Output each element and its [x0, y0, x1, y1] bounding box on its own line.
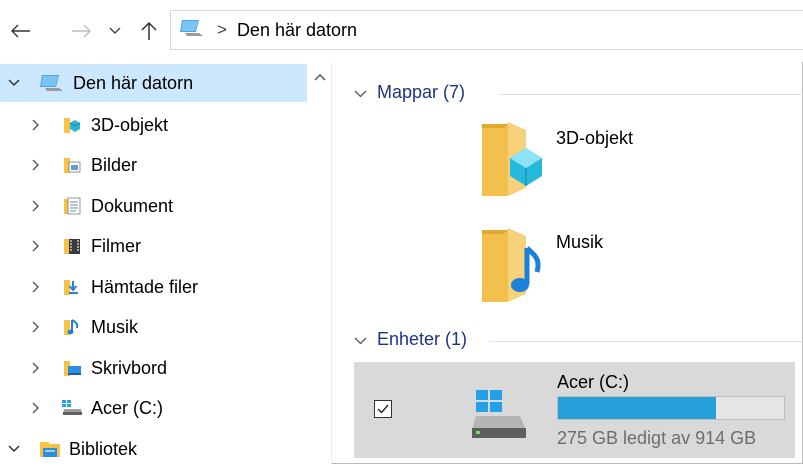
selection-checkbox[interactable] [374, 400, 392, 418]
drive-usage-fill [558, 397, 717, 419]
group-divider-line [489, 341, 803, 342]
nav-item-documents[interactable]: Dokument [22, 187, 329, 225]
nav-item-this-pc[interactable]: Den här datorn [0, 64, 307, 102]
breadcrumb-separator: > [217, 20, 227, 39]
drive-item-c[interactable]: Acer (C:) 275 GB ledigt av 914 GB [354, 362, 795, 458]
nav-item-label: Bibliotek [69, 438, 138, 459]
recent-locations-button[interactable] [104, 14, 126, 48]
up-button[interactable] [136, 14, 162, 48]
nav-item-label: Dokument [91, 195, 174, 216]
drive-usage-bar [557, 396, 785, 420]
chevron-right-icon[interactable] [22, 402, 50, 414]
nav-item-downloads[interactable]: Hämtade filer [22, 268, 329, 306]
folder-item-label: Musik [556, 232, 604, 252]
address-bar[interactable]: > Den här datorn [170, 10, 803, 50]
breadcrumb-this-pc[interactable]: Den här datorn [237, 20, 357, 41]
nav-item-label: Skrivbord [91, 357, 168, 378]
chevron-right-icon[interactable] [22, 240, 50, 252]
drive-name: Acer (C:) [557, 372, 629, 392]
chevron-right-icon[interactable] [22, 119, 50, 131]
nav-item-label: Musik [91, 316, 139, 337]
nav-item-label: Bilder [91, 154, 138, 175]
drive-icon [470, 388, 528, 447]
desktop-folder-icon [60, 357, 84, 379]
folders-group-header[interactable]: Mappar (7) [354, 82, 803, 103]
folder-item-music[interactable]: Musik [480, 222, 603, 307]
chevron-down-icon[interactable] [0, 79, 28, 87]
3d-objects-folder-icon [60, 114, 84, 136]
music-folder-icon [480, 222, 546, 307]
nav-item-label: Den här datorn [73, 72, 194, 93]
chevron-down-icon [109, 27, 121, 34]
pc-icon [38, 72, 66, 94]
chevron-down-icon[interactable] [354, 82, 367, 103]
folders-group-title: Mappar (7) [377, 82, 466, 102]
chevron-right-icon[interactable] [22, 200, 50, 212]
nav-item-label: Filmer [91, 235, 141, 256]
group-divider-line [499, 94, 803, 95]
nav-item-label: Hämtade filer [91, 276, 199, 297]
back-arrow-icon [11, 24, 30, 38]
chevron-right-icon[interactable] [22, 281, 50, 293]
drive-free-space: 275 GB ledigt av 914 GB [557, 428, 757, 448]
content-pane: Mappar (7) 3D-objekt Musik Enheter (1) A… [332, 62, 803, 464]
chevron-right-icon[interactable] [22, 362, 50, 374]
folder-item-3d-objects[interactable]: 3D-objekt [480, 118, 633, 201]
downloads-folder-icon [60, 276, 84, 298]
nav-item-videos[interactable]: Filmer [22, 227, 329, 265]
nav-item-label: Acer (C:) [91, 397, 163, 418]
nav-item-desktop[interactable]: Skrivbord [22, 349, 329, 387]
navigation-pane: Den här datorn 3D-objekt Bilder Dokument… [0, 62, 330, 464]
nav-item-music[interactable]: Musik [22, 308, 329, 346]
music-folder-icon [60, 316, 84, 338]
chevron-down-icon[interactable] [354, 329, 367, 350]
up-arrow-icon [141, 21, 157, 40]
drives-group-header[interactable]: Enheter (1) [354, 329, 803, 350]
nav-item-3d-objects[interactable]: 3D-objekt [22, 106, 329, 144]
drives-group-title: Enheter (1) [377, 329, 468, 349]
nav-item-drive-c[interactable]: Acer (C:) [22, 389, 329, 427]
documents-folder-icon [60, 195, 84, 217]
drive-icon [60, 397, 84, 419]
3d-objects-folder-icon [480, 118, 546, 201]
forward-arrow-icon [72, 24, 91, 38]
pictures-folder-icon [60, 154, 84, 176]
navigation-pane-scrollbar[interactable] [309, 62, 331, 464]
chevron-right-icon[interactable] [22, 159, 50, 171]
checkmark-icon [377, 404, 389, 414]
nav-item-libraries[interactable]: Bibliotek [0, 430, 307, 468]
nav-item-pictures[interactable]: Bilder [22, 146, 329, 184]
folder-item-label: 3D-objekt [556, 128, 634, 148]
pc-icon [179, 18, 205, 43]
navigation-bar: > Den här datorn [0, 0, 803, 62]
nav-item-label: 3D-objekt [91, 114, 169, 135]
chevron-down-icon[interactable] [0, 445, 28, 453]
scroll-up-icon[interactable] [314, 68, 326, 86]
chevron-right-icon[interactable] [22, 321, 50, 333]
back-button[interactable] [6, 14, 36, 48]
videos-folder-icon [60, 235, 84, 257]
library-icon [38, 438, 62, 460]
forward-button[interactable] [66, 14, 96, 48]
